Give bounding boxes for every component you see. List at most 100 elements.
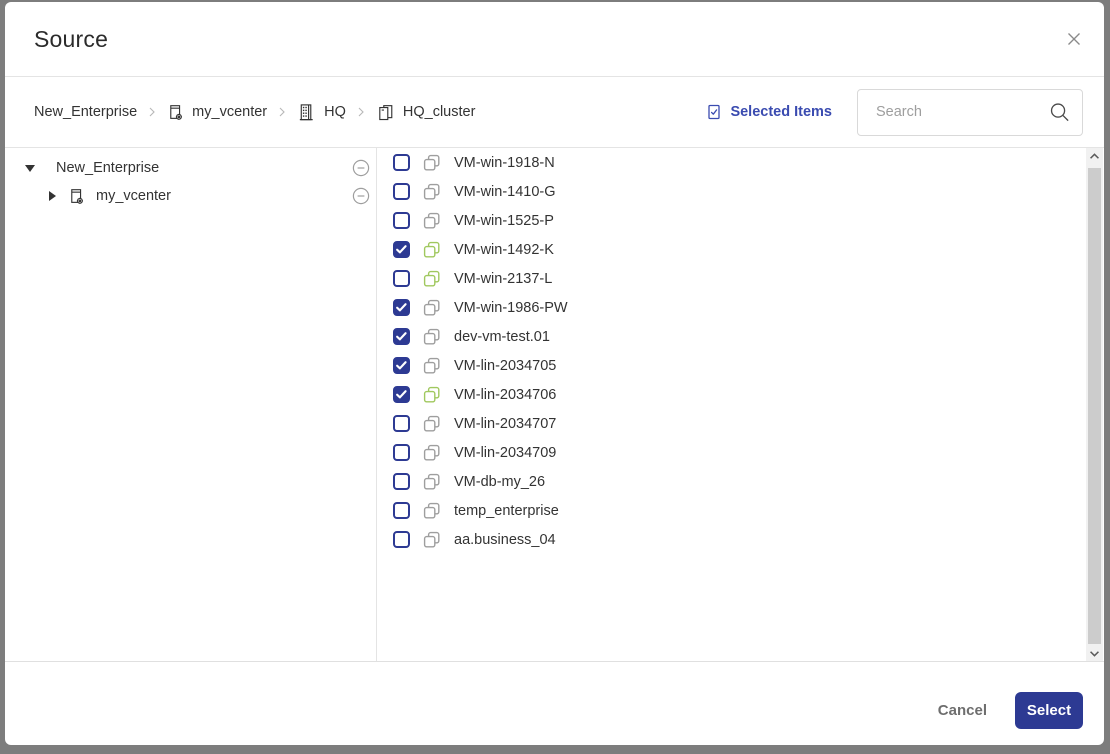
vm-icon <box>423 444 441 462</box>
scrollbar-thumb[interactable] <box>1088 168 1101 644</box>
cluster-icon <box>376 103 395 122</box>
vm-row[interactable]: VM-lin-2034705 <box>393 351 1087 380</box>
vm-icon <box>423 357 441 375</box>
vm-row[interactable]: VM-win-1986-PW <box>393 293 1087 322</box>
breadcrumb-item-label: New_Enterprise <box>34 104 137 120</box>
caret-right-icon[interactable] <box>47 191 57 201</box>
minus-circle-icon[interactable] <box>352 159 370 177</box>
vm-name: VM-win-1492-K <box>454 242 554 258</box>
entity-tree: New_Enterprise my_vcenter <box>5 148 377 661</box>
scrollbar[interactable] <box>1086 148 1103 661</box>
tree-node[interactable]: New_Enterprise <box>5 154 376 182</box>
vm-icon <box>423 386 441 404</box>
vm-row[interactable]: VM-lin-2034707 <box>393 409 1087 438</box>
vcenter-icon <box>68 188 85 205</box>
vm-name: aa.business_04 <box>454 532 556 548</box>
breadcrumb-item[interactable]: New_Enterprise <box>34 104 137 120</box>
vm-checkbox[interactable] <box>393 241 410 258</box>
vm-row[interactable]: VM-db-my_26 <box>393 467 1087 496</box>
scroll-up-icon[interactable] <box>1086 148 1103 164</box>
breadcrumb-item[interactable]: HQ <box>297 103 346 122</box>
scroll-down-icon[interactable] <box>1086 645 1103 661</box>
vm-checkbox[interactable] <box>393 183 410 200</box>
breadcrumb: New_Enterprise my_vcenter HQ HQ_cluster <box>34 103 475 122</box>
vm-icon <box>423 270 441 288</box>
tree-node[interactable]: my_vcenter <box>5 182 376 210</box>
selected-items-link[interactable]: Selected Items <box>706 104 832 120</box>
vm-icon <box>423 183 441 201</box>
vcenter-icon <box>167 104 184 121</box>
vm-checkbox[interactable] <box>393 212 410 229</box>
doc-check-icon <box>706 104 722 120</box>
vm-row[interactable]: VM-win-2137-L <box>393 264 1087 293</box>
vm-icon <box>423 241 441 259</box>
search-icon <box>1048 101 1071 124</box>
vm-name: VM-win-1918-N <box>454 155 555 171</box>
vm-row[interactable]: VM-lin-2034706 <box>393 380 1087 409</box>
vm-name: VM-win-1986-PW <box>454 300 568 316</box>
breadcrumb-item-label: HQ_cluster <box>403 104 476 120</box>
breadcrumb-item[interactable]: my_vcenter <box>167 104 267 121</box>
vm-name: VM-win-2137-L <box>454 271 552 287</box>
vm-row[interactable]: dev-vm-test.01 <box>393 322 1087 351</box>
vm-checkbox[interactable] <box>393 415 410 432</box>
vm-name: VM-db-my_26 <box>454 474 545 490</box>
vm-icon <box>423 328 441 346</box>
vm-row[interactable]: aa.business_04 <box>393 525 1087 554</box>
vm-rows: VM-win-1918-N VM-win-1410-G VM-win-1525-P V… <box>393 148 1087 554</box>
vm-checkbox[interactable] <box>393 328 410 345</box>
caret-down-icon[interactable] <box>25 165 35 172</box>
vm-row[interactable]: VM-win-1918-N <box>393 148 1087 177</box>
breadcrumb-item-label: my_vcenter <box>192 104 267 120</box>
vm-icon <box>423 154 441 172</box>
vm-icon <box>423 212 441 230</box>
vm-row[interactable]: VM-lin-2034709 <box>393 438 1087 467</box>
vm-icon <box>423 502 441 520</box>
tree-node-label: New_Enterprise <box>56 160 159 176</box>
vm-checkbox[interactable] <box>393 444 410 461</box>
toolbar-right: Selected Items <box>706 89 1083 136</box>
vm-checkbox[interactable] <box>393 502 410 519</box>
vm-checkbox[interactable] <box>393 270 410 287</box>
search-box <box>857 89 1083 136</box>
vm-name: dev-vm-test.01 <box>454 329 550 345</box>
content-area: New_Enterprisemy_vcenter VM-win-1918-NVM… <box>5 148 1104 662</box>
vm-checkbox[interactable] <box>393 386 410 403</box>
close-icon[interactable] <box>1066 31 1082 47</box>
breadcrumb-separator-icon <box>278 106 286 118</box>
dialog-header: Source <box>5 2 1104 77</box>
source-dialog: Source New_Enterprise my_vcenter HQ HQ_clus… <box>5 2 1104 745</box>
vm-row[interactable]: VM-win-1525-P <box>393 206 1087 235</box>
breadcrumb-item[interactable]: HQ_cluster <box>376 103 476 122</box>
vm-checkbox[interactable] <box>393 531 410 548</box>
cancel-button[interactable]: Cancel <box>938 702 987 719</box>
vm-icon <box>423 531 441 549</box>
vm-checkbox[interactable] <box>393 357 410 374</box>
select-button[interactable]: Select <box>1015 692 1083 729</box>
breadcrumb-item-label: HQ <box>324 104 346 120</box>
vm-name: VM-win-1525-P <box>454 213 554 229</box>
minus-circle-icon[interactable] <box>352 187 370 205</box>
dialog-title: Source <box>34 26 108 53</box>
vm-name: temp_enterprise <box>454 503 559 519</box>
vm-checkbox[interactable] <box>393 299 410 316</box>
vm-name: VM-lin-2034706 <box>454 387 556 403</box>
dialog-footer: Cancel Select <box>5 662 1104 745</box>
vm-list-panel: VM-win-1918-N VM-win-1410-G VM-win-1525-P V… <box>377 148 1104 661</box>
vm-name: VM-lin-2034709 <box>454 445 556 461</box>
vm-icon <box>423 415 441 433</box>
vm-row[interactable]: VM-win-1492-K <box>393 235 1087 264</box>
selected-items-label: Selected Items <box>730 104 832 120</box>
vm-checkbox[interactable] <box>393 473 410 490</box>
vm-row[interactable]: VM-win-1410-G <box>393 177 1087 206</box>
vm-row[interactable]: temp_enterprise <box>393 496 1087 525</box>
vm-checkbox[interactable] <box>393 154 410 171</box>
vm-icon <box>423 299 441 317</box>
vm-name: VM-lin-2034707 <box>454 416 556 432</box>
toolbar: New_Enterprise my_vcenter HQ HQ_cluster Sel… <box>5 77 1104 148</box>
vm-icon <box>423 473 441 491</box>
vm-name: VM-win-1410-G <box>454 184 556 200</box>
datacenter-icon <box>297 103 316 122</box>
tree-node-label: my_vcenter <box>96 188 171 204</box>
vm-name: VM-lin-2034705 <box>454 358 556 374</box>
